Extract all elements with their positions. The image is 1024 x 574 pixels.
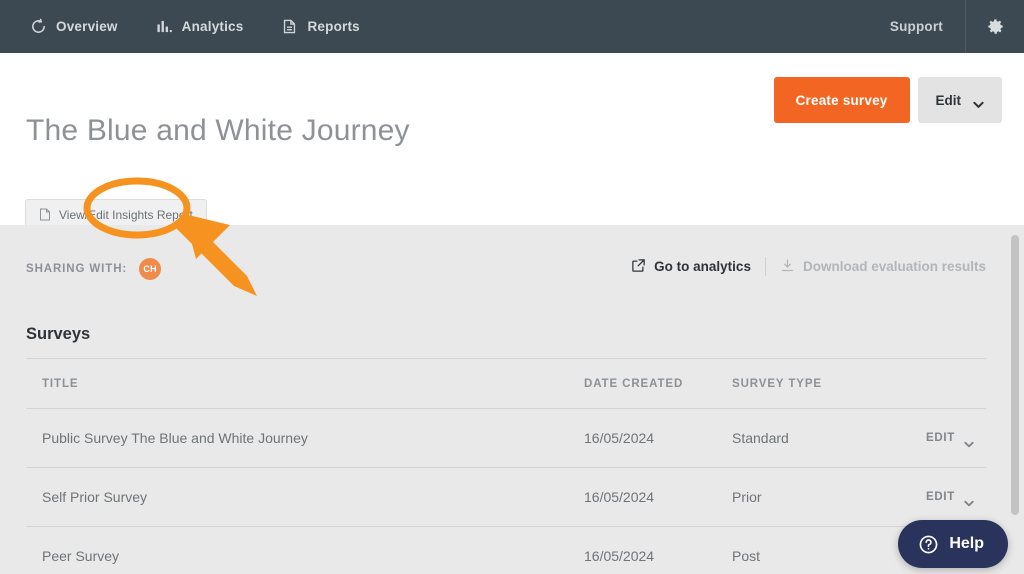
cell-type: Standard (732, 430, 789, 446)
support-link[interactable]: Support (868, 19, 965, 34)
bar-chart-icon (156, 18, 173, 35)
edit-dropdown-button[interactable]: Edit (917, 77, 1002, 123)
sharing-with-row: SHARING WITH: CH (26, 258, 162, 280)
surveys-table: TITLE DATE CREATED SURVEY TYPE Public Su… (26, 358, 986, 574)
help-button[interactable]: Help (898, 520, 1008, 568)
cell-title: Public Survey The Blue and White Journey (42, 430, 308, 446)
download-evaluation-results-label: Download evaluation results (802, 259, 986, 274)
header-actions: Create survey Edit (773, 77, 1002, 123)
vertical-scrollbar[interactable] (1011, 235, 1019, 515)
nav-right-group: Support (868, 0, 1024, 53)
settings-button[interactable] (966, 0, 1024, 53)
cell-title: Peer Survey (42, 548, 120, 564)
column-header-survey-type: SURVEY TYPE (732, 377, 823, 390)
top-navigation-bar: Overview Analytics Reports Support (0, 0, 1024, 53)
cell-type: Post (732, 548, 761, 564)
nav-item-reports[interactable]: Reports (281, 18, 360, 35)
go-to-analytics-link[interactable]: Go to analytics (631, 258, 751, 276)
chevron-down-icon (973, 97, 984, 109)
insights-button-label: View/Edit Insights Report (59, 207, 193, 222)
content-area: SHARING WITH: CH Go to analytics Downloa… (0, 225, 1024, 574)
nav-item-overview[interactable]: Overview (30, 18, 118, 35)
nav-label-overview: Overview (56, 19, 118, 34)
nav-label-reports: Reports (307, 19, 360, 34)
row-edit-dropdown[interactable]: EDIT (882, 491, 986, 507)
gear-icon (986, 17, 1005, 36)
table-header-row: TITLE DATE CREATED SURVEY TYPE (26, 359, 986, 408)
cell-title: Self Prior Survey (42, 489, 148, 505)
primary-nav: Overview Analytics Reports (0, 18, 360, 35)
create-survey-button[interactable]: Create survey (773, 77, 910, 123)
row-edit-label: EDIT (926, 432, 955, 444)
go-to-analytics-label: Go to analytics (654, 259, 751, 274)
page-header: The Blue and White Journey Create survey… (0, 53, 1024, 277)
table-row[interactable]: Self Prior Survey 16/05/2024 Prior EDIT (26, 468, 986, 526)
cell-type: Prior (732, 489, 762, 505)
question-circle-icon (918, 534, 939, 555)
cell-date: 16/05/2024 (584, 430, 655, 446)
edit-dropdown-label: Edit (935, 92, 962, 108)
cell-date: 16/05/2024 (584, 548, 655, 564)
row-edit-label: EDIT (926, 491, 955, 503)
chevron-down-icon (964, 435, 974, 448)
column-header-title: TITLE (42, 377, 79, 390)
chevron-down-icon (964, 494, 974, 507)
content-action-links: Go to analytics Download evaluation resu… (631, 257, 986, 276)
circle-dash-icon (30, 18, 47, 35)
document-icon (39, 208, 51, 222)
download-evaluation-results-link[interactable]: Download evaluation results (780, 258, 986, 276)
row-edit-dropdown[interactable]: EDIT (882, 432, 986, 448)
nav-item-analytics[interactable]: Analytics (156, 18, 244, 35)
table-row[interactable]: Peer Survey 16/05/2024 Post EDIT (26, 527, 986, 574)
help-button-label: Help (949, 535, 984, 552)
download-icon (780, 258, 795, 276)
cell-date: 16/05/2024 (584, 489, 655, 505)
surveys-section-title: Surveys (26, 325, 91, 343)
table-row[interactable]: Public Survey The Blue and White Journey… (26, 409, 986, 467)
link-separator (764, 257, 766, 276)
page-title: The Blue and White Journey (26, 114, 410, 147)
column-header-date-created: DATE CREATED (584, 377, 684, 390)
nav-label-analytics: Analytics (181, 19, 244, 34)
document-icon (281, 18, 298, 35)
external-link-icon (631, 258, 646, 276)
sharing-with-label: SHARING WITH: (26, 263, 128, 275)
avatar[interactable]: CH (139, 258, 162, 280)
page-root: Overview Analytics Reports Support The B… (0, 0, 1024, 574)
